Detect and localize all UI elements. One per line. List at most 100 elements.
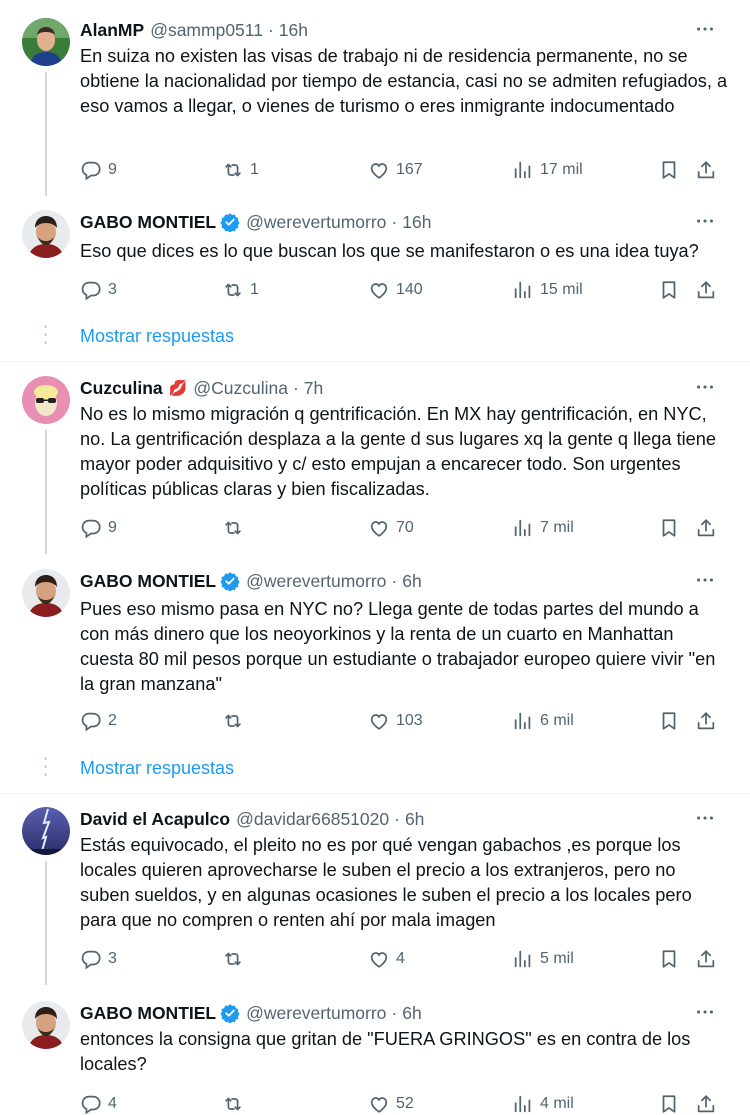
like-button[interactable]: 103	[368, 709, 423, 733]
action-bar: 9 1 167 17 mil	[80, 158, 720, 182]
tweet[interactable]: Cuzculina 💋 @Cuzculina · 7h No es lo mis…	[0, 376, 750, 556]
action-bar: 9 70 7 mil	[80, 516, 720, 540]
reply-icon	[80, 710, 102, 732]
thread-line	[45, 430, 47, 554]
heart-icon	[368, 279, 390, 301]
author-name[interactable]: GABO MONTIEL	[80, 1003, 216, 1024]
like-button[interactable]: 167	[368, 158, 423, 182]
timestamp[interactable]: 6h	[402, 1003, 421, 1024]
retweet-icon	[222, 1093, 244, 1115]
bookmark-button[interactable]	[658, 516, 680, 540]
bookmark-button[interactable]	[658, 1092, 680, 1115]
retweet-button[interactable]	[222, 1092, 250, 1115]
bookmark-button[interactable]	[658, 709, 680, 733]
share-button[interactable]	[695, 516, 717, 540]
share-icon	[695, 279, 717, 301]
more-icon[interactable]	[694, 807, 716, 829]
like-button[interactable]: 140	[368, 278, 423, 302]
reply-button[interactable]: 9	[80, 158, 117, 182]
tweet[interactable]: GABO MONTIEL @werevertumorro · 6h entonc…	[0, 1001, 750, 1115]
bookmark-button[interactable]	[658, 278, 680, 302]
retweet-button[interactable]	[222, 947, 250, 971]
timestamp[interactable]: 16h	[402, 212, 431, 233]
share-icon	[695, 1093, 717, 1115]
avatar[interactable]	[22, 210, 70, 258]
tweet[interactable]: GABO MONTIEL @werevertumorro · 6h Pues e…	[0, 569, 750, 739]
author-name[interactable]: GABO MONTIEL	[80, 571, 216, 592]
views-button[interactable]: 4 mil	[512, 1092, 574, 1115]
avatar[interactable]	[22, 807, 70, 855]
reply-button[interactable]: 3	[80, 278, 117, 302]
reply-button[interactable]: 2	[80, 709, 117, 733]
retweet-button[interactable]: 1	[222, 158, 259, 182]
bookmark-icon	[658, 710, 680, 732]
share-button[interactable]	[695, 278, 717, 302]
share-button[interactable]	[695, 1092, 717, 1115]
tweet-text: Pues eso mismo pasa en NYC no? Llega gen…	[80, 599, 716, 694]
more-icon[interactable]	[694, 210, 716, 232]
share-button[interactable]	[695, 158, 717, 182]
tweet[interactable]: David el Acapulco @davidar66851020 · 6h …	[0, 807, 750, 987]
heart-icon	[368, 1093, 390, 1115]
reply-count: 4	[108, 1095, 117, 1112]
reply-button[interactable]: 9	[80, 516, 117, 540]
author-handle[interactable]: @Cuzculina	[193, 378, 288, 399]
like-button[interactable]: 52	[368, 1092, 414, 1115]
author-name[interactable]: David el Acapulco	[80, 809, 230, 830]
views-button[interactable]: 6 mil	[512, 709, 574, 733]
reply-icon	[80, 159, 102, 181]
avatar[interactable]	[22, 18, 70, 66]
retweet-button[interactable]	[222, 516, 250, 540]
author-name[interactable]: Cuzculina	[80, 378, 163, 399]
avatar[interactable]	[22, 569, 70, 617]
views-button[interactable]: 15 mil	[512, 278, 583, 302]
views-button[interactable]: 7 mil	[512, 516, 574, 540]
timestamp[interactable]: 6h	[402, 571, 421, 592]
heart-icon	[368, 710, 390, 732]
more-icon[interactable]	[694, 1001, 716, 1023]
bookmark-button[interactable]	[658, 158, 680, 182]
retweet-count: 1	[250, 281, 259, 298]
more-icon[interactable]	[694, 569, 716, 591]
author-name[interactable]: AlanMP	[80, 20, 144, 41]
views-button[interactable]: 17 mil	[512, 158, 583, 182]
share-button[interactable]	[695, 709, 717, 733]
author-name[interactable]: GABO MONTIEL	[80, 212, 216, 233]
show-replies-link[interactable]: Mostrar respuestas	[80, 758, 234, 779]
like-button[interactable]: 70	[368, 516, 414, 540]
timestamp[interactable]: 6h	[405, 809, 424, 830]
timestamp[interactable]: 16h	[279, 20, 308, 41]
retweet-button[interactable]	[222, 709, 250, 733]
verified-badge-icon	[220, 571, 240, 591]
retweet-icon	[222, 710, 244, 732]
tweet[interactable]: GABO MONTIEL @werevertumorro · 16h Eso q…	[0, 210, 750, 320]
timestamp[interactable]: 7h	[304, 378, 323, 399]
bookmark-button[interactable]	[658, 947, 680, 971]
more-icon[interactable]	[694, 376, 716, 398]
author-handle[interactable]: @davidar66851020	[236, 809, 389, 830]
tweet[interactable]: AlanMP @sammp0511 · 16h En suiza no exis…	[0, 18, 750, 198]
reply-count: 2	[108, 712, 117, 729]
divider	[0, 793, 750, 794]
like-button[interactable]: 4	[368, 947, 405, 971]
avatar[interactable]	[22, 376, 70, 424]
reply-button[interactable]: 4	[80, 1092, 117, 1115]
author-handle[interactable]: @werevertumorro	[246, 571, 386, 592]
views-button[interactable]: 5 mil	[512, 947, 574, 971]
author-handle[interactable]: @sammp0511	[150, 20, 263, 41]
bookmark-icon	[658, 517, 680, 539]
show-replies-link[interactable]: Mostrar respuestas	[80, 326, 234, 347]
author-handle[interactable]: @werevertumorro	[246, 212, 386, 233]
reply-count: 3	[108, 950, 117, 967]
separator-dot: ·	[267, 19, 274, 40]
separator-dot: ·	[391, 1002, 398, 1023]
reply-count: 3	[108, 281, 117, 298]
reply-button[interactable]: 3	[80, 947, 117, 971]
reply-icon	[80, 1093, 102, 1115]
share-button[interactable]	[695, 947, 717, 971]
avatar[interactable]	[22, 1001, 70, 1049]
retweet-button[interactable]: 1	[222, 278, 259, 302]
more-icon[interactable]	[694, 18, 716, 40]
author-handle[interactable]: @werevertumorro	[246, 1003, 386, 1024]
separator-dot: ·	[394, 808, 400, 829]
